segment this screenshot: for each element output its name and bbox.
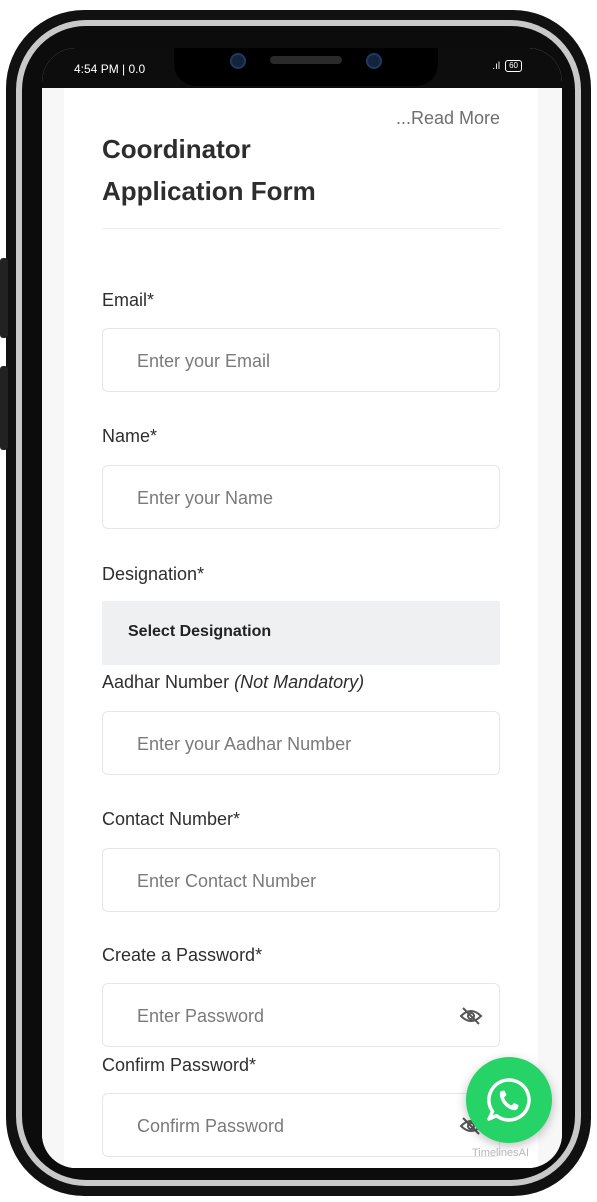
camera-notch [174, 48, 438, 86]
password-field-box [102, 983, 500, 1048]
name-label: Name* [102, 426, 158, 446]
earpiece-speaker [270, 56, 342, 64]
eye-off-icon[interactable] [459, 1006, 483, 1026]
contact-field-box [102, 848, 500, 913]
aadhar-label-text: Aadhar Number [102, 672, 230, 692]
volume-up-button [0, 258, 8, 338]
signal-icon: .ıl [492, 60, 501, 72]
aadhar-field[interactable] [135, 712, 439, 776]
designation-label: Designation* [102, 564, 205, 584]
battery-icon: 60 [505, 60, 522, 72]
password-field[interactable] [135, 984, 439, 1048]
whatsapp-chat-button[interactable] [466, 1057, 552, 1143]
form-card: ...Read More Coordinator Application For… [64, 88, 538, 1168]
aadhar-field-box [102, 711, 500, 776]
password-label: Create a Password* [102, 945, 263, 965]
aadhar-label-note: (Not Mandatory) [234, 672, 365, 692]
page-background: ...Read More Coordinator Application For… [42, 88, 562, 1168]
contact-label: Contact Number* [102, 809, 241, 829]
designation-select[interactable]: Select Designation [102, 601, 500, 665]
email-field[interactable] [135, 329, 439, 393]
name-field[interactable] [135, 466, 439, 530]
page-title: Coordinator Application Form [102, 134, 316, 206]
phone-screen: 4:54 PM | 0.0 .ıl 60 ...Read More Coordi… [42, 48, 562, 1168]
confirm-password-field[interactable] [135, 1094, 439, 1158]
volume-down-button [0, 366, 8, 450]
confirm-password-label: Confirm Password* [102, 1055, 257, 1075]
designation-select-value: Select Designation [128, 623, 272, 640]
status-icons: .ıl 60 [492, 60, 522, 72]
status-bar: 4:54 PM | 0.0 .ıl 60 [42, 48, 562, 88]
confirm-password-field-box [102, 1093, 500, 1158]
email-field-box [102, 328, 500, 393]
title-divider [102, 228, 500, 229]
whatsapp-icon [487, 1078, 531, 1122]
status-time: 4:54 PM | 0.0 [74, 62, 146, 76]
name-field-box [102, 465, 500, 530]
aadhar-label: Aadhar Number (Not Mandatory) [102, 672, 364, 693]
timelinesai-branding: TimelinesAI [472, 1147, 530, 1159]
contact-field[interactable] [135, 849, 439, 913]
read-more-link[interactable]: ...Read More [396, 108, 500, 129]
front-camera-icon [230, 53, 246, 69]
email-label: Email* [102, 290, 155, 310]
sensor-icon [366, 53, 382, 69]
